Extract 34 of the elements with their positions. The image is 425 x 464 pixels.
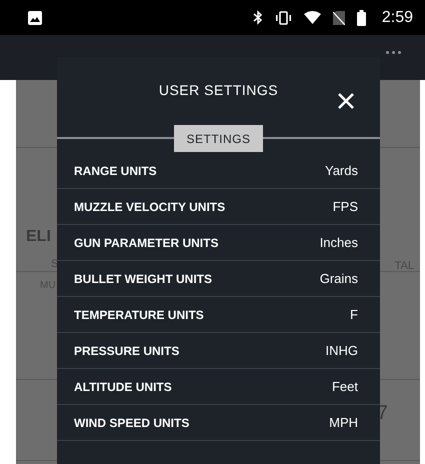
more-icon[interactable] bbox=[386, 51, 401, 54]
clock-time: 2:59 bbox=[382, 8, 413, 26]
setting-label: ALTITUDE UNITS bbox=[74, 380, 172, 394]
dialog-title: USER SETTINGS bbox=[158, 82, 278, 98]
image-icon bbox=[28, 10, 42, 24]
settings-row[interactable]: RANGE UNITS Yards bbox=[57, 153, 380, 189]
setting-value: FPS bbox=[332, 199, 358, 214]
setting-value: F bbox=[350, 307, 358, 322]
setting-value: INHG bbox=[326, 343, 358, 358]
settings-row[interactable]: ALTITUDE UNITS Feet bbox=[57, 369, 380, 405]
bluetooth-icon bbox=[252, 10, 263, 25]
settings-row[interactable]: PRESSURE UNITS INHG bbox=[57, 333, 380, 369]
wifi-icon bbox=[304, 11, 321, 24]
section-label: SETTINGS bbox=[174, 124, 262, 152]
setting-value: Feet bbox=[332, 379, 358, 394]
settings-row[interactable]: TEMPERATURE UNITS F bbox=[57, 297, 380, 333]
settings-row[interactable]: GUN PARAMETER UNITS Inches bbox=[57, 225, 380, 261]
setting-label: PRESSURE UNITS bbox=[74, 344, 180, 358]
setting-label: TEMPERATURE UNITS bbox=[74, 308, 204, 322]
setting-label: RANGE UNITS bbox=[74, 164, 157, 178]
setting-label: GUN PARAMETER UNITS bbox=[74, 236, 218, 250]
setting-value: MPH bbox=[329, 415, 358, 430]
vibrate-icon bbox=[274, 10, 292, 24]
battery-icon bbox=[356, 10, 366, 26]
setting-label: MUZZLE VELOCITY UNITS bbox=[74, 200, 226, 214]
settings-row[interactable]: WIND SPEED UNITS MPH bbox=[57, 405, 380, 441]
setting-value: Inches bbox=[320, 235, 358, 250]
setting-value: Grains bbox=[320, 271, 358, 286]
settings-row[interactable]: MUZZLE VELOCITY UNITS FPS bbox=[57, 189, 380, 225]
setting-label: BULLET WEIGHT UNITS bbox=[74, 272, 212, 286]
settings-row[interactable]: BULLET WEIGHT UNITS Grains bbox=[57, 261, 380, 297]
setting-value: Yards bbox=[325, 163, 358, 178]
no-sim-icon bbox=[332, 10, 345, 24]
setting-label: WIND SPEED UNITS bbox=[74, 416, 190, 430]
